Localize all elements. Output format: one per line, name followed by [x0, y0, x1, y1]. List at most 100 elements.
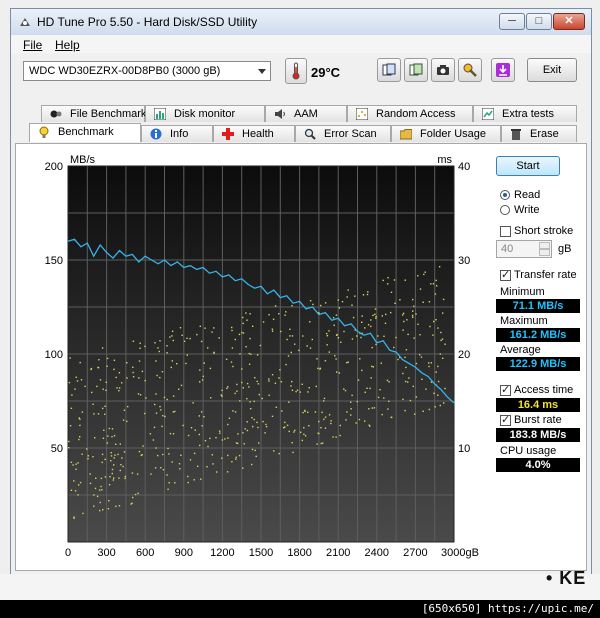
access-time-point	[234, 411, 237, 413]
access-time-point	[417, 275, 419, 277]
access-time-point	[408, 377, 410, 379]
access-time-point	[351, 394, 353, 397]
short-stroke-stepper[interactable]: 40	[496, 240, 552, 258]
access-time-point	[139, 394, 142, 396]
burst-rate-readout: 183.8 MB/s	[496, 428, 580, 442]
menu-file[interactable]: File	[23, 38, 42, 52]
access-time-point	[403, 320, 405, 323]
access-time-point	[370, 377, 372, 379]
access-time-point	[383, 397, 385, 399]
access-time-point	[291, 335, 294, 337]
access-time-label: Access time	[514, 384, 574, 396]
tab-erase[interactable]: Erase	[501, 125, 577, 142]
copy-text-button[interactable]	[377, 58, 401, 82]
access-time-point	[405, 366, 407, 369]
access-time-point	[293, 431, 295, 433]
tab-health[interactable]: Health	[213, 125, 295, 142]
close-button[interactable]: ✕	[553, 13, 585, 30]
access-time-point	[79, 481, 82, 484]
access-time-point	[227, 386, 229, 388]
access-time-point	[294, 429, 296, 432]
access-time-point	[189, 337, 191, 340]
access-time-point	[104, 458, 106, 461]
save-button[interactable]	[491, 58, 515, 82]
access-time-point	[161, 425, 163, 428]
access-time-point	[302, 411, 304, 414]
access-time-point	[213, 352, 215, 354]
access-time-point	[256, 421, 258, 424]
access-time-point	[265, 426, 268, 428]
disk-monitor-icon	[154, 108, 166, 120]
burst-rate-checkbox[interactable]	[500, 413, 511, 426]
tab-random-access-label: Random Access	[376, 108, 456, 120]
access-time-point	[116, 387, 118, 389]
access-time-point	[155, 393, 157, 395]
access-time-point	[144, 379, 146, 382]
access-time-point	[338, 372, 341, 374]
maximum-label: Maximum	[500, 315, 548, 327]
tab-extra-tests[interactable]: Extra tests	[473, 105, 577, 122]
transfer-rate-checkbox[interactable]	[500, 268, 511, 281]
x-tick-label: 0	[65, 547, 71, 559]
access-time-point	[79, 418, 81, 420]
stepper-up-icon[interactable]	[539, 242, 550, 249]
write-label: Write	[514, 204, 540, 216]
speaker-icon	[275, 109, 285, 119]
copy-all-button[interactable]	[404, 58, 428, 82]
access-time-point	[351, 304, 353, 306]
screenshot-button[interactable]	[431, 58, 455, 82]
access-time-point	[278, 313, 280, 315]
access-time-point	[413, 305, 415, 307]
temperature-button[interactable]	[285, 58, 307, 84]
access-time-point	[412, 385, 414, 388]
exit-button[interactable]: Exit	[527, 58, 577, 82]
start-button[interactable]: Start	[496, 156, 560, 176]
left-axis-unit: MB/s	[70, 154, 96, 166]
options-button[interactable]	[458, 58, 482, 82]
read-radio[interactable]	[500, 190, 510, 200]
title-bar[interactable]: HD Tune Pro 5.50 - Hard Disk/SSD Utility…	[11, 9, 591, 35]
access-time-point	[335, 358, 337, 360]
trash-icon	[511, 129, 521, 140]
tab-benchmark[interactable]: Benchmark	[29, 123, 141, 142]
access-time-point	[162, 415, 164, 417]
drive-select[interactable]: WDC WD30EZRX-00D8PB0 (3000 gB)	[23, 61, 271, 81]
access-time-point	[442, 357, 444, 359]
access-time-point	[132, 376, 135, 378]
access-time-point	[81, 411, 84, 413]
access-time-point	[437, 380, 440, 383]
stepper-down-icon[interactable]	[539, 249, 550, 256]
access-time-checkbox[interactable]	[500, 383, 511, 396]
access-time-point	[242, 432, 244, 434]
x-tick-label: 2700	[403, 547, 427, 559]
average-label: Average	[500, 344, 541, 356]
tab-error-scan[interactable]: Error Scan	[295, 125, 391, 142]
access-time-point	[404, 380, 407, 383]
tab-disk-monitor[interactable]: Disk monitor	[145, 105, 265, 122]
maximize-button[interactable]: □	[526, 13, 552, 30]
short-stroke-checkbox[interactable]	[500, 226, 511, 237]
menu-help[interactable]: Help	[55, 38, 80, 52]
minimize-button[interactable]: ─	[499, 13, 525, 30]
tab-aam[interactable]: AAM	[265, 105, 347, 122]
tab-file-benchmark-label: File Benchmark	[70, 108, 147, 120]
short-stroke-value: 40	[501, 243, 514, 255]
access-time-point	[230, 361, 233, 363]
access-time-point	[198, 433, 200, 436]
access-time-point	[113, 464, 115, 466]
access-time-point	[350, 414, 352, 416]
access-time-point	[344, 389, 347, 392]
access-time-point	[268, 380, 270, 382]
access-time-point	[161, 371, 164, 373]
minimum-label: Minimum	[500, 286, 545, 298]
tab-file-benchmark[interactable]: File Benchmark	[41, 105, 147, 122]
tab-folder-usage[interactable]: Folder Usage	[391, 125, 501, 142]
access-time-point	[139, 342, 141, 344]
access-time-point	[172, 395, 175, 397]
tab-info[interactable]: Info	[141, 125, 213, 142]
extra-tests-icon	[482, 108, 494, 120]
write-radio[interactable]	[500, 205, 510, 215]
tab-aam-label: AAM	[294, 108, 318, 120]
tab-random-access[interactable]: Random Access	[347, 105, 473, 122]
access-time-point	[253, 400, 255, 403]
